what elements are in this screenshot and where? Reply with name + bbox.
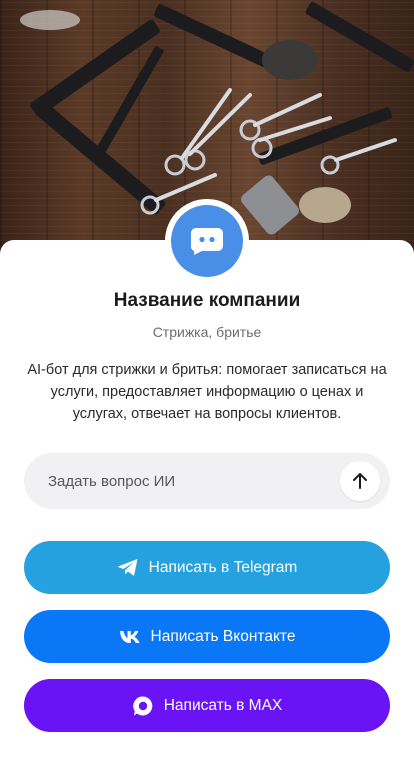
max-button[interactable]: Написать в MAX	[24, 679, 390, 732]
company-category: Стрижка, бритье	[152, 324, 262, 340]
telegram-button[interactable]: Написать в Telegram	[24, 541, 390, 594]
vk-icon	[119, 630, 141, 644]
telegram-button-label: Написать в Telegram	[148, 558, 298, 576]
company-avatar	[165, 199, 249, 283]
company-description: AI-бот для стрижки и бритья: помогает за…	[27, 362, 387, 422]
vkontakte-button[interactable]: Написать Вконтакте	[24, 610, 390, 663]
ask-ai-placeholder: Задать вопрос ИИ	[48, 472, 176, 490]
vkontakte-button-label: Написать Вконтакте	[150, 627, 296, 645]
chat-bot-icon	[171, 205, 243, 277]
send-button[interactable]	[340, 461, 380, 501]
telegram-icon	[117, 558, 139, 577]
max-icon	[132, 695, 154, 717]
max-button-label: Написать в MAX	[163, 696, 283, 714]
arrow-up-icon	[352, 472, 368, 490]
company-name: Название компании	[113, 290, 301, 311]
ask-ai-input[interactable]: Задать вопрос ИИ	[24, 453, 390, 509]
